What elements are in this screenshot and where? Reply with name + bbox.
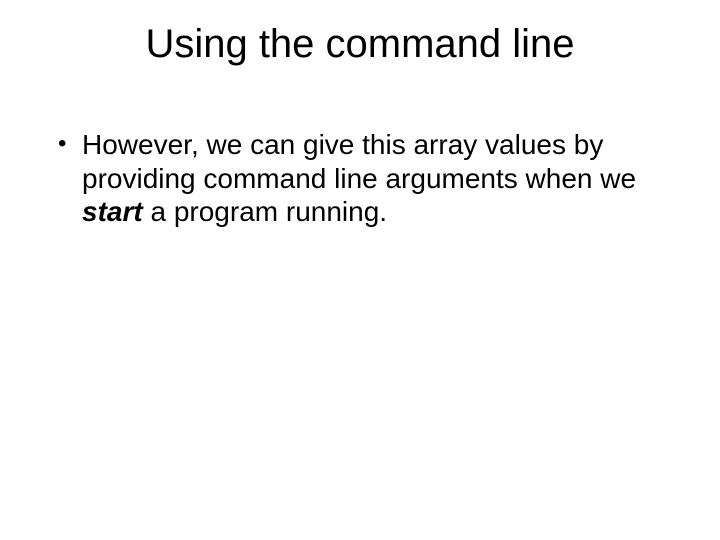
bullet-text-after: a program running. (143, 196, 387, 227)
bullet-list: However, we can give this array values b… (54, 128, 666, 229)
slide: Using the command line However, we can g… (0, 0, 720, 540)
slide-title: Using the command line (0, 22, 720, 67)
bullet-item: However, we can give this array values b… (54, 128, 666, 229)
slide-body: However, we can give this array values b… (54, 128, 666, 229)
bullet-text-before: However, we can give this array values b… (82, 129, 636, 194)
bullet-text-emph: start (82, 196, 143, 227)
